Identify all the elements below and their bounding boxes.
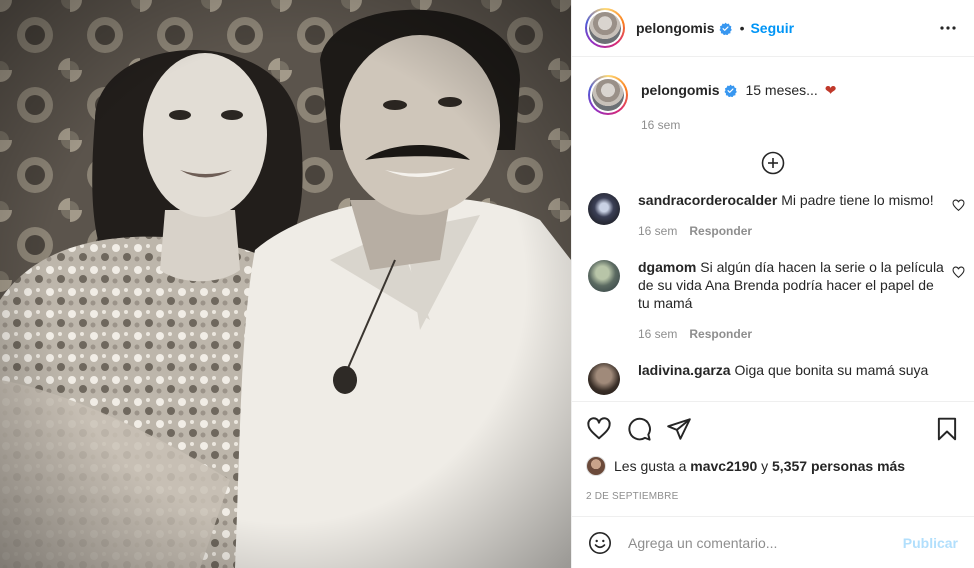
- red-heart-emoji: ❤: [824, 82, 837, 98]
- load-more-row: [588, 132, 958, 191]
- comment-text: Oiga que bonita su mamá suya: [734, 362, 929, 378]
- author-username[interactable]: pelongomis: [636, 20, 715, 36]
- caption-author-avatar[interactable]: [588, 75, 628, 115]
- reply-button[interactable]: Responder: [689, 325, 752, 343]
- load-more-comments-icon[interactable]: [761, 151, 785, 175]
- caption-username[interactable]: pelongomis: [641, 82, 720, 98]
- likes-count[interactable]: 5,357 personas más: [772, 458, 905, 474]
- liker-avatar[interactable]: [586, 456, 606, 476]
- post-photo[interactable]: [0, 0, 571, 568]
- post-caption: pelongomis 15 meses... ❤ 16 sem: [588, 57, 958, 132]
- comment-input[interactable]: [628, 534, 903, 551]
- likes-connector: y: [761, 458, 769, 474]
- comment-item: sandracorderocalder Mi padre tiene lo mi…: [588, 191, 965, 240]
- comments-list[interactable]: pelongomis 15 meses... ❤ 16 sem sandraco…: [572, 57, 974, 401]
- commenter-username[interactable]: dgamom: [638, 259, 696, 275]
- save-bookmark-icon[interactable]: [934, 416, 960, 442]
- post-comment-button[interactable]: Publicar: [903, 535, 958, 551]
- commenter-username[interactable]: ladivina.garza: [638, 362, 731, 378]
- caption-timestamp[interactable]: 16 sem: [641, 118, 680, 132]
- liker-username[interactable]: mavc2190: [690, 458, 757, 474]
- commenter-avatar[interactable]: [588, 363, 620, 395]
- vintage-couple-photo: [0, 0, 571, 568]
- separator-dot: •: [739, 20, 745, 36]
- more-options-icon[interactable]: [936, 16, 960, 40]
- comment-composer: Publicar: [572, 516, 974, 568]
- comment-timestamp[interactable]: 16 sem: [638, 325, 677, 343]
- commenter-avatar[interactable]: [588, 260, 620, 292]
- verified-badge-icon: [719, 22, 732, 35]
- comment-text: Mi padre tiene lo mismo!: [781, 192, 934, 208]
- post-modal: pelongomis • Seguir pelongomis 15 meses.…: [0, 0, 974, 568]
- likes-prefix: Les gusta a: [614, 458, 687, 474]
- like-comment-heart-icon[interactable]: [952, 266, 965, 279]
- caption-text: 15 meses...: [745, 82, 818, 98]
- author-avatar[interactable]: [585, 8, 625, 48]
- commenter-avatar[interactable]: [588, 193, 620, 225]
- reply-button[interactable]: Responder: [689, 222, 752, 240]
- verified-badge-icon: [724, 84, 737, 97]
- follow-button[interactable]: Seguir: [750, 20, 794, 36]
- like-comment-heart-icon[interactable]: [952, 199, 965, 212]
- post-date[interactable]: 2 de septiembre: [586, 491, 960, 502]
- comment-item: dgamom Si algún día hacen la serie o la …: [588, 258, 965, 343]
- comment-bubble-icon[interactable]: [626, 416, 652, 442]
- post-header: pelongomis • Seguir: [572, 0, 974, 57]
- share-paper-plane-icon[interactable]: [666, 416, 692, 442]
- comment-item: ladivina.garza Oiga que bonita su mamá s…: [588, 361, 958, 395]
- like-heart-icon[interactable]: [586, 416, 612, 442]
- action-bar: [586, 402, 960, 454]
- likes-summary: Les gusta a mavc2190 y 5,357 personas má…: [586, 456, 960, 476]
- emoji-smiley-icon[interactable]: [588, 531, 612, 555]
- comment-timestamp[interactable]: 16 sem: [638, 222, 677, 240]
- post-side-panel: pelongomis • Seguir pelongomis 15 meses.…: [571, 0, 974, 568]
- commenter-username[interactable]: sandracorderocalder: [638, 192, 777, 208]
